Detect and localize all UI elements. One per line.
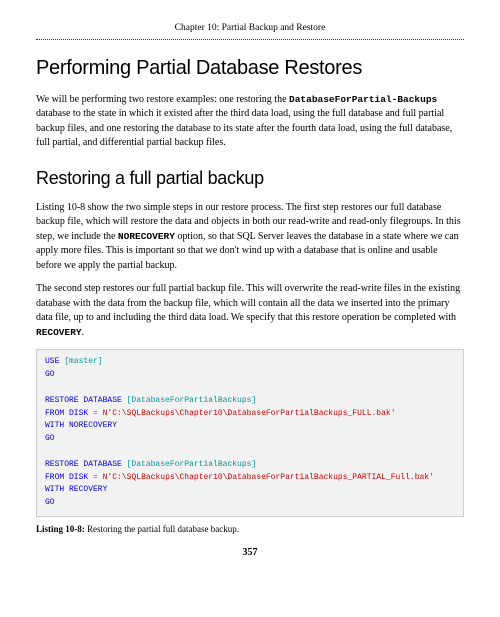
sql-string: N'C:\SQLBackups\Chapter10\DatabaseForPar… [103,409,396,418]
sql-keyword: RESTORE DATABASE [45,460,122,469]
code-inline: DatabaseForPartial-Backups [289,94,437,105]
sql-operator: = [93,473,98,482]
sql-keyword: WITH RECOVERY [45,485,107,494]
sql-keyword: GO [45,370,55,379]
text: database to the state in which it existe… [36,108,452,148]
code-inline: NORECOVERY [118,231,175,242]
text: We will be performing two restore exampl… [36,94,289,105]
page-title: Performing Partial Database Restores [36,54,464,83]
chapter-header: Chapter 10: Partial Backup and Restore [36,22,464,40]
sql-keyword: GO [45,498,55,507]
paragraph-body: The second step restores our full partia… [36,282,464,340]
text: . [82,327,85,338]
sql-operator: = [93,409,98,418]
code-inline: RECOVERY [36,327,82,338]
listing-caption: Listing 10-8: Restoring the partial full… [36,523,464,536]
section-heading: Restoring a full partial backup [36,165,464,191]
sql-keyword: FROM DISK [45,473,88,482]
sql-object: [master] [64,357,102,366]
code-block: USE [master] GO RESTORE DATABASE [Databa… [36,349,464,517]
sql-object: [DatabaseForPartialBackups] [127,396,257,405]
sql-keyword: GO [45,434,55,443]
sql-keyword: RESTORE DATABASE [45,396,122,405]
listing-label: Listing 10-8: [36,524,85,534]
sql-string: N'C:\SQLBackups\Chapter10\DatabaseForPar… [103,473,434,482]
sql-object: [DatabaseForPartialBackups] [127,460,257,469]
text: The second step restores our full partia… [36,283,460,323]
sql-keyword: USE [45,357,59,366]
listing-text: Restoring the partial full database back… [85,524,239,534]
page-number: 357 [36,546,464,561]
sql-keyword: FROM DISK [45,409,88,418]
paragraph-intro: We will be performing two restore exampl… [36,93,464,151]
paragraph-body: Listing 10-8 show the two simple steps i… [36,201,464,274]
sql-keyword: WITH NORECOVERY [45,421,117,430]
